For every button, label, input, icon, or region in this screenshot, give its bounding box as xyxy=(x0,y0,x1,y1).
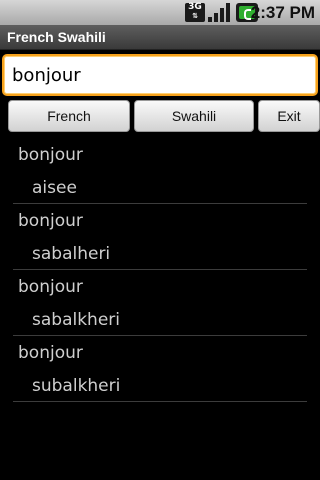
result-word: bonjour xyxy=(18,145,83,165)
status-bar: 3G ⇅ 2:37 PM xyxy=(0,0,320,25)
french-button[interactable]: French xyxy=(8,100,130,132)
result-word: bonjour xyxy=(18,343,83,363)
result-translation: sabalkheri xyxy=(32,310,120,330)
app-title-bar: French Swahili xyxy=(0,25,320,50)
signal-strength-icon xyxy=(208,3,232,22)
clock: 2:37 PM xyxy=(250,3,315,22)
list-item[interactable]: bonjour subalkheri xyxy=(13,336,307,402)
search-input[interactable] xyxy=(2,54,318,96)
result-translation: subalkheri xyxy=(32,376,121,396)
result-word: bonjour xyxy=(18,211,83,231)
list-item[interactable]: bonjour sabalheri xyxy=(13,204,307,270)
result-translation: aisee xyxy=(32,178,77,198)
list-item[interactable]: bonjour sabalkheri xyxy=(13,270,307,336)
network-activity-arrows: ⇅ xyxy=(192,12,198,20)
result-word: bonjour xyxy=(18,277,83,297)
result-translation: sabalheri xyxy=(32,244,111,264)
exit-button[interactable]: Exit xyxy=(258,100,320,132)
network-type-label: 3G xyxy=(188,2,202,12)
app-title: French Swahili xyxy=(7,29,106,45)
results-list: bonjour aisee bonjour sabalheri bonjour … xyxy=(0,138,320,402)
list-item[interactable]: bonjour aisee xyxy=(13,138,307,204)
swahili-button[interactable]: Swahili xyxy=(134,100,254,132)
3g-network-icon: 3G ⇅ xyxy=(185,3,205,22)
